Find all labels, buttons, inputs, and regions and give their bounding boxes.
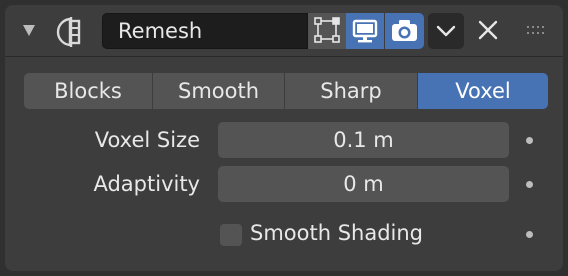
adaptivity-field[interactable]: 0 m: [218, 166, 509, 202]
mode-sharp-button[interactable]: Sharp: [285, 73, 418, 109]
camera-icon: [392, 20, 417, 41]
drag-handle-dots-icon[interactable]: [525, 23, 549, 37]
edit-mode-cage-icon: [314, 17, 340, 43]
modifier-name-field[interactable]: Remesh: [102, 13, 308, 49]
smooth-shading-label[interactable]: Smooth Shading: [250, 221, 423, 245]
adaptivity-label: Adaptivity: [93, 172, 200, 196]
close-x-icon[interactable]: [473, 15, 503, 45]
modifier-header: Remesh: [5, 5, 563, 57]
monitor-icon: [352, 19, 378, 43]
keyframe-dot-icon[interactable]: [526, 137, 533, 144]
keyframe-dot-icon[interactable]: [526, 231, 533, 238]
keyframe-dot-icon[interactable]: [526, 181, 533, 188]
voxel-size-field[interactable]: 0.1 m: [218, 122, 509, 158]
mode-voxel-button[interactable]: Voxel: [418, 73, 548, 109]
viewport-display-toggle[interactable]: [346, 13, 384, 49]
render-display-toggle[interactable]: [385, 13, 424, 49]
disclosure-triangle-down-icon[interactable]: [23, 25, 35, 36]
mode-smooth-button[interactable]: Smooth: [153, 73, 285, 109]
edit-mode-toggle[interactable]: [308, 13, 346, 49]
mode-blocks-button[interactable]: Blocks: [24, 73, 153, 109]
chevron-down-icon: [436, 25, 456, 37]
remesh-mode-selector: Blocks Smooth Sharp Voxel: [24, 73, 548, 109]
smooth-shading-checkbox[interactable]: [220, 224, 242, 246]
extra-options-dropdown[interactable]: [428, 13, 464, 49]
modifier-panel: Remesh Blocks Smooth Sharp Voxel Voxel S…: [5, 5, 563, 271]
voxel-size-label: Voxel Size: [94, 128, 200, 152]
remesh-modifier-icon: [56, 17, 81, 47]
